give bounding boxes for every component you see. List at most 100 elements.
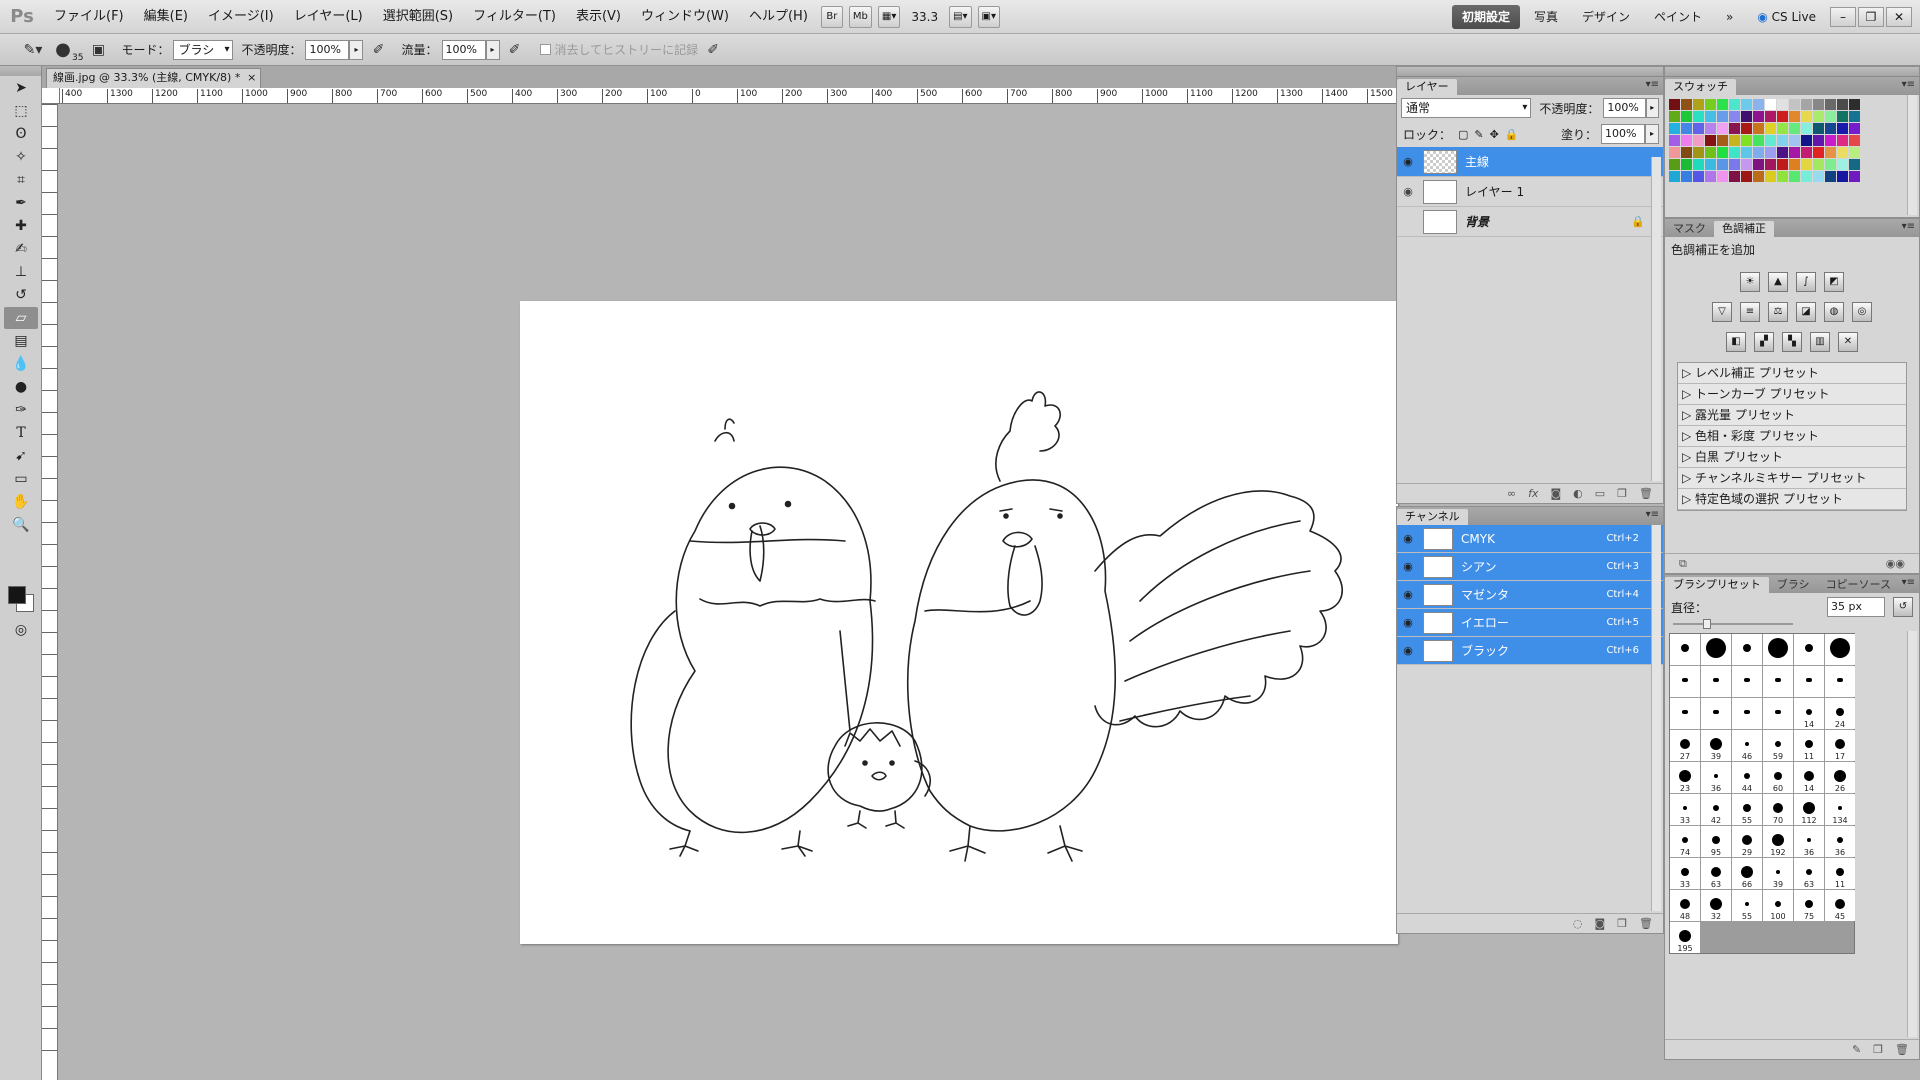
toggle-brush-panel-icon[interactable]: ✎	[1852, 1043, 1861, 1056]
color-swatch[interactable]	[1705, 159, 1716, 170]
new-layer-icon[interactable]: ❐	[1617, 487, 1627, 500]
color-swatch[interactable]	[1813, 171, 1824, 182]
menu-edit[interactable]: 編集(E)	[134, 0, 198, 34]
color-swatch[interactable]	[1741, 111, 1752, 122]
brush-preset[interactable]	[1732, 666, 1762, 697]
save-selection-icon[interactable]: ◙	[1594, 917, 1605, 930]
workspace-photography[interactable]: 写真	[1524, 5, 1568, 29]
color-swatch[interactable]	[1753, 99, 1764, 110]
tab-layers[interactable]: レイヤー	[1397, 79, 1457, 95]
brush-preset[interactable]: 63	[1794, 858, 1824, 889]
menu-layer[interactable]: レイヤー(L)	[284, 0, 373, 34]
color-swatch[interactable]	[1825, 171, 1836, 182]
brush-preset[interactable]: 195	[1670, 922, 1700, 953]
color-swatch[interactable]	[1777, 147, 1788, 158]
color-swatch[interactable]	[1717, 147, 1728, 158]
color-swatch[interactable]	[1801, 99, 1812, 110]
close-window-button[interactable]: ✕	[1886, 6, 1912, 27]
brush-preset[interactable]: 33	[1670, 858, 1700, 889]
swatches-scrollbar[interactable]	[1907, 95, 1917, 215]
brush-preset[interactable]: 63	[1701, 858, 1731, 889]
workspace-design[interactable]: デザイン	[1572, 5, 1640, 29]
layer-opacity-toggle[interactable]: ▸	[1645, 98, 1659, 118]
path-selection-tool-icon[interactable]: ➹	[4, 445, 38, 467]
opacity-input[interactable]: 100%	[305, 39, 350, 60]
new-brush-icon[interactable]: ❐	[1873, 1043, 1883, 1056]
preset-item[interactable]: ▷ チャンネルミキサー プリセット	[1678, 468, 1906, 489]
vibrance-icon[interactable]: ▽	[1712, 302, 1732, 322]
black-white-icon[interactable]: ◪	[1796, 302, 1816, 322]
photo-filter-icon[interactable]: ◍	[1824, 302, 1844, 322]
arrange-documents-button[interactable]: ▤▾	[949, 5, 972, 28]
color-swatch[interactable]	[1837, 171, 1848, 182]
visibility-eye-icon[interactable]: ◉	[1397, 644, 1419, 657]
minimize-button[interactable]: –	[1830, 6, 1856, 27]
color-swatch[interactable]	[1789, 135, 1800, 146]
brush-tool-icon[interactable]: ✍	[4, 238, 38, 260]
color-swatch[interactable]	[1801, 135, 1812, 146]
brush-preset[interactable]: 45	[1825, 890, 1855, 921]
lock-transparency-icon[interactable]: ▢	[1458, 128, 1468, 141]
bridge-button[interactable]: Br	[820, 5, 843, 28]
swatch-grid[interactable]	[1665, 95, 1919, 186]
brush-preset[interactable]	[1732, 634, 1762, 665]
channels-scrollbar[interactable]	[1651, 525, 1661, 911]
color-swatch[interactable]	[1765, 147, 1776, 158]
brush-preset[interactable]: 44	[1732, 762, 1762, 793]
color-swatch[interactable]	[1801, 147, 1812, 158]
workspace-painting[interactable]: ペイント	[1644, 5, 1712, 29]
visibility-eye-icon[interactable]: ◉	[1397, 588, 1419, 601]
color-swatch[interactable]	[1825, 123, 1836, 134]
color-swatch[interactable]	[1681, 159, 1692, 170]
quick-mask-icon[interactable]: ◎	[4, 619, 38, 641]
color-swatch[interactable]	[1753, 159, 1764, 170]
brush-preset[interactable]: 95	[1701, 826, 1731, 857]
color-swatch[interactable]	[1729, 159, 1740, 170]
color-swatch[interactable]	[1849, 159, 1860, 170]
brush-preset-grid[interactable]: 14 24 27 39 46 59 11 17 23 36 44 60 14 26 33 42 55 70 112 1…	[1669, 633, 1855, 954]
preset-item[interactable]: ▷ トーンカーブ プリセット	[1678, 384, 1906, 405]
color-swatch[interactable]	[1717, 99, 1728, 110]
brush-preset[interactable]	[1701, 698, 1731, 729]
color-swatch[interactable]	[1837, 123, 1848, 134]
color-swatch[interactable]	[1849, 99, 1860, 110]
color-swatch[interactable]	[1765, 159, 1776, 170]
color-swatch[interactable]	[1741, 159, 1752, 170]
brush-preset[interactable]: 11	[1825, 858, 1855, 889]
brush-preset[interactable]: 14	[1794, 698, 1824, 729]
color-swatch[interactable]	[1837, 135, 1848, 146]
color-swatch[interactable]	[1681, 147, 1692, 158]
layer-row[interactable]: 背景 🔒	[1397, 207, 1663, 237]
preset-item[interactable]: ▷ 白黒 プリセット	[1678, 447, 1906, 468]
brush-preset[interactable]	[1763, 666, 1793, 697]
clone-stamp-tool-icon[interactable]: ⊥	[4, 261, 38, 283]
brush-preset[interactable]: 14	[1794, 762, 1824, 793]
channel-row[interactable]: ◉ CMYK Ctrl+2	[1397, 525, 1663, 553]
color-swatch[interactable]	[1717, 159, 1728, 170]
color-swatch[interactable]	[1717, 135, 1728, 146]
menu-select[interactable]: 選択範囲(S)	[373, 0, 463, 34]
delete-channel-icon[interactable]: 🗑	[1639, 917, 1653, 930]
load-selection-icon[interactable]: ◌	[1573, 917, 1583, 930]
pen-tool-icon[interactable]: ✑	[4, 399, 38, 421]
tab-channels[interactable]: チャンネル	[1397, 509, 1468, 525]
color-swatch[interactable]	[1825, 135, 1836, 146]
brush-preset[interactable]: 55	[1732, 794, 1762, 825]
menu-image[interactable]: イメージ(I)	[198, 0, 284, 34]
color-swatch[interactable]	[1813, 135, 1824, 146]
brush-preset[interactable]: 59	[1763, 730, 1793, 761]
tab-masks[interactable]: マスク	[1665, 221, 1714, 237]
color-swatch[interactable]	[1669, 123, 1680, 134]
color-swatch[interactable]	[1777, 99, 1788, 110]
rectangle-tool-icon[interactable]: ▭	[4, 468, 38, 490]
type-tool-icon[interactable]: T	[4, 422, 38, 444]
restore-button[interactable]: ❐	[1858, 6, 1884, 27]
brush-preset[interactable]	[1825, 666, 1855, 697]
curves-icon[interactable]: ∫	[1796, 272, 1816, 292]
gradient-map-icon[interactable]: ▥	[1810, 332, 1830, 352]
menu-window[interactable]: ウィンドウ(W)	[631, 0, 739, 34]
layer-row[interactable]: ◉ 主線	[1397, 147, 1663, 177]
brush-preset[interactable]	[1763, 634, 1793, 665]
exposure-icon[interactable]: ◩	[1824, 272, 1844, 292]
menu-filter[interactable]: フィルター(T)	[463, 0, 566, 34]
